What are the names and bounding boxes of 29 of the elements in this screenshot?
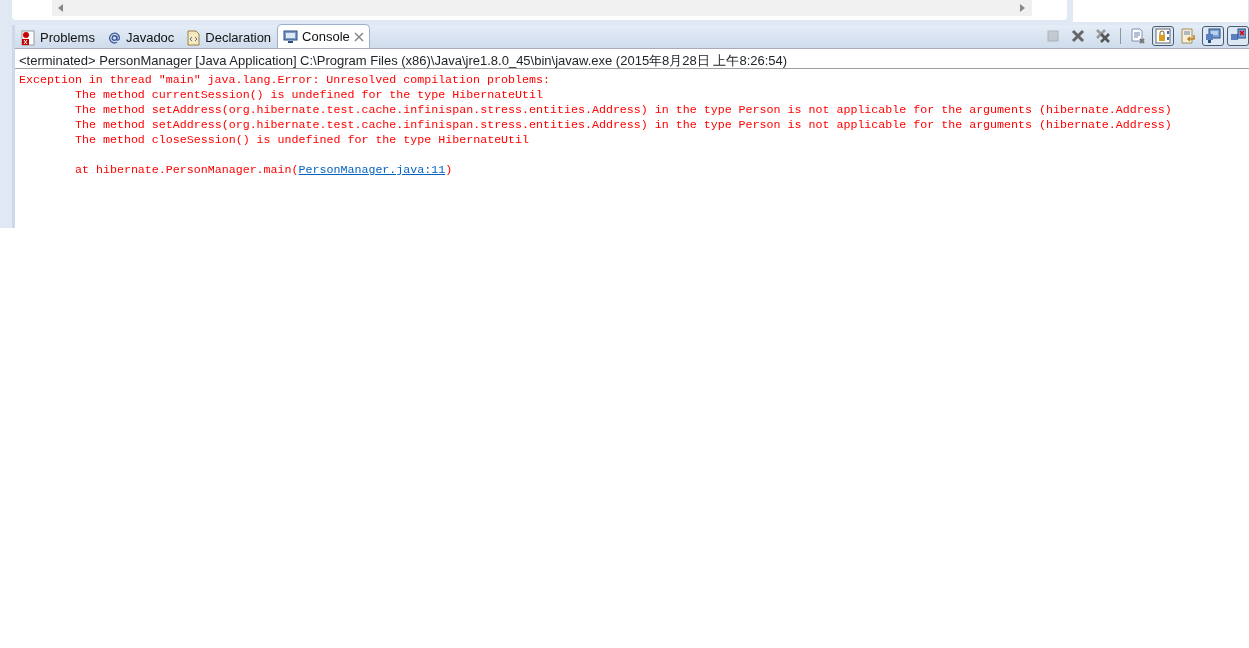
view-tab[interactable]: Console <box>277 24 370 48</box>
error-line: The method setAddress(org.hibernate.test.cache.infinispan.stress.entities.Address) in the type Person is not applicable for the arguments (hibernate.Address) <box>74 117 1173 132</box>
error-line: The method setAddress(org.hibernate.test.cache.infinispan.stress.entities.Address) in the type Person is not applicable for the arguments (hibernate.Address) <box>74 102 1173 117</box>
source-link[interactable]: PersonManager.java:11 <box>298 163 446 176</box>
error-line: The method closeSession() is undefined for the type HibernateUtil <box>74 132 531 147</box>
stack-trace-line: at hibernate.PersonManager.main(PersonManager.java:11) <box>75 163 453 176</box>
lock-button[interactable] <box>1152 26 1174 46</box>
error-line: The method currentSession() is undefined for the type HibernateUtil <box>74 87 545 102</box>
scroll-right-icon[interactable] <box>1020 4 1026 12</box>
monitor-button[interactable] <box>1202 26 1224 46</box>
lock-icon <box>1155 28 1171 44</box>
stop-icon <box>1045 28 1061 44</box>
document-icon <box>186 29 202 46</box>
error-line: Exception in thread "main" java.lang.Error: Unresolved compilation problems: <box>19 72 551 87</box>
process-status: <terminated> PersonManager [Java Application] C:\Program Files (x86)\Java\jre1.8.0_45\bin\javaw.exe (2015年8月28日 上午8:26:54) <box>15 49 1249 69</box>
scroll-left-icon[interactable] <box>58 4 64 12</box>
monitor-icon <box>283 28 299 45</box>
clear-document-icon <box>1130 28 1146 44</box>
view-tab[interactable]: Problems <box>15 26 101 48</box>
monitor-button[interactable] <box>1227 26 1249 46</box>
double-x-icon <box>1095 28 1111 44</box>
problems-icon <box>21 29 36 46</box>
close-icon[interactable] <box>353 31 364 42</box>
monitor-icon <box>1205 28 1221 44</box>
horizontal-scrollbar[interactable] <box>52 0 1032 16</box>
close-icon <box>1070 28 1086 44</box>
view-tab[interactable]: Declaration <box>180 26 278 48</box>
wrap-icon <box>1180 28 1196 44</box>
view-tab[interactable]: Javadoc <box>100 26 181 48</box>
